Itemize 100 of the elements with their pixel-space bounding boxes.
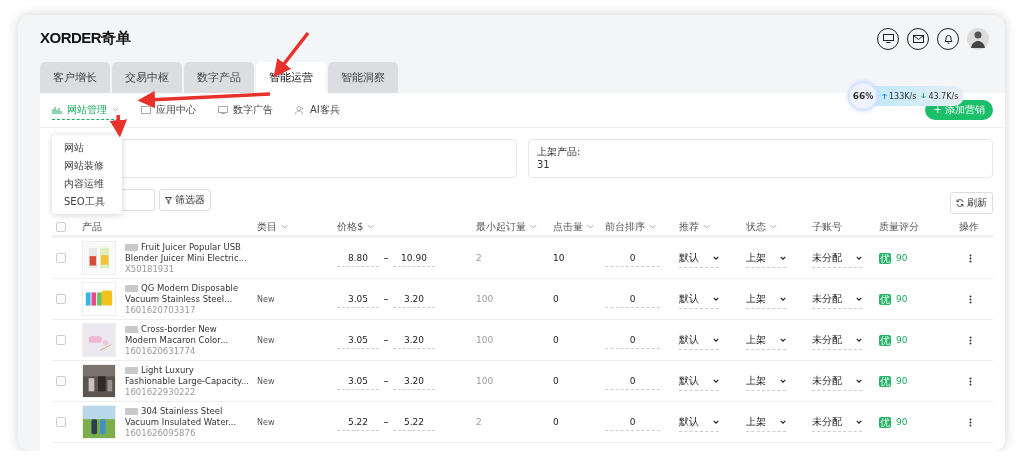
column-header: 类目 xyxy=(257,219,277,234)
recommend-select[interactable]: 默认 xyxy=(679,330,719,350)
down-arrow-icon xyxy=(921,93,927,99)
price-field[interactable]: 3.20 xyxy=(393,372,435,390)
sub-account-select[interactable]: 未分配 xyxy=(812,248,862,268)
row-checkbox[interactable] xyxy=(56,335,66,345)
nav-tab[interactable]: 智能洞察 xyxy=(328,62,398,93)
source-badge xyxy=(125,284,138,292)
price-field[interactable]: 3.20 xyxy=(393,290,435,308)
moq-cell-text: 100 xyxy=(476,294,495,304)
menu-item[interactable]: 网站装修 xyxy=(64,159,122,173)
chevron-down-icon[interactable] xyxy=(770,224,777,229)
price-field[interactable]: 3.05 xyxy=(337,290,379,308)
column-header: 推荐 xyxy=(679,219,699,234)
price-field[interactable]: 3.20 xyxy=(393,331,435,349)
sub-account-select[interactable]: 未分配 xyxy=(812,289,862,309)
chevron-down-icon[interactable] xyxy=(587,224,594,229)
menu-item[interactable]: 网站 xyxy=(64,141,122,155)
chevron-down-icon[interactable] xyxy=(703,224,710,229)
recommend-select[interactable]: 默认 xyxy=(679,289,719,309)
recommend-select[interactable]: 默认 xyxy=(679,412,719,432)
row-checkbox[interactable] xyxy=(56,294,66,304)
product-title[interactable]: Modern Macaron Color... xyxy=(125,334,229,346)
more-icon[interactable] xyxy=(969,335,972,345)
status-select[interactable]: 上架 xyxy=(746,330,786,350)
annotation-arrow xyxy=(109,114,128,138)
product-title[interactable]: Cross-border New xyxy=(141,323,217,335)
subnav-item[interactable]: 数字广告 xyxy=(218,100,273,120)
more-icon[interactable] xyxy=(969,294,972,304)
chevron-down-icon[interactable] xyxy=(530,224,537,229)
column-header: 产品 xyxy=(82,219,102,234)
more-icon[interactable] xyxy=(969,253,972,263)
window-icon xyxy=(141,105,151,114)
product-title[interactable]: Vacuum Insulated Water... xyxy=(125,416,237,428)
order-field[interactable]: 0 xyxy=(605,290,660,308)
menu-item[interactable]: 内容运维 xyxy=(64,177,122,191)
refresh-button[interactable]: 刷新 xyxy=(950,192,993,214)
order-field[interactable]: 0 xyxy=(605,331,660,349)
more-icon[interactable] xyxy=(969,376,972,386)
recommend-select[interactable]: 默认 xyxy=(679,248,719,268)
price-field[interactable]: 8.80 xyxy=(337,249,379,267)
filter-icon xyxy=(165,196,172,204)
chevron-down-icon xyxy=(856,337,862,342)
column-header: 子账号 xyxy=(812,219,842,234)
price-field[interactable]: 3.05 xyxy=(337,331,379,349)
product-title[interactable]: Blender Juicer Mini Electric... xyxy=(125,252,247,264)
chevron-down-icon[interactable] xyxy=(649,224,656,229)
order-field[interactable]: 0 xyxy=(605,372,660,390)
clicks-cell-text: 0 xyxy=(553,294,560,304)
sub-account-select[interactable]: 未分配 xyxy=(812,371,862,391)
more-icon[interactable] xyxy=(969,417,972,427)
price-field[interactable]: 10.90 xyxy=(393,249,435,267)
nav-tab[interactable]: 数字产品 xyxy=(184,62,254,93)
people-icon xyxy=(295,105,305,114)
product-title[interactable]: Vacuum Stainless Steel... xyxy=(125,293,233,305)
select-all-checkbox[interactable] xyxy=(56,221,66,232)
clicks-cell-text: 0 xyxy=(553,376,560,386)
product-title[interactable]: Fruit Juicer Popular USB xyxy=(141,241,241,253)
subnav-item[interactable]: AI客兵 xyxy=(295,100,340,120)
price-field[interactable]: 5.22 xyxy=(337,413,379,431)
chevron-down-icon xyxy=(780,378,786,383)
row-checkbox[interactable] xyxy=(56,376,66,386)
column-header: 质量评分 xyxy=(879,219,919,234)
quality-score: 90 xyxy=(896,417,908,427)
chevron-down-icon xyxy=(780,419,786,424)
chevron-down-icon xyxy=(112,107,119,112)
subnav-item[interactable]: 应用中心 xyxy=(141,100,196,120)
order-field[interactable]: 0 xyxy=(605,413,660,431)
product-title[interactable]: QG Modern Disposable xyxy=(141,282,239,294)
chevron-down-icon xyxy=(856,296,862,301)
product-sku: X50181931 xyxy=(125,263,176,275)
row-checkbox[interactable] xyxy=(56,253,66,263)
price-field[interactable]: 3.05 xyxy=(337,372,379,390)
product-title[interactable]: Fashionable Large-Capacity... xyxy=(125,375,249,387)
recommend-select[interactable]: 默认 xyxy=(679,371,719,391)
nav-tab[interactable]: 交易中枢 xyxy=(112,62,182,93)
chevron-down-icon[interactable] xyxy=(281,224,288,229)
menu-item[interactable]: SEO工具 xyxy=(64,195,122,209)
grade-badge: 优 xyxy=(879,293,891,305)
status-select[interactable]: 上架 xyxy=(746,371,786,391)
clicks-cell-text: 0 xyxy=(553,417,560,427)
moq-cell-text: 2 xyxy=(476,417,483,427)
product-title[interactable]: 304 Stainless Steel xyxy=(141,405,223,417)
chevron-down-icon xyxy=(713,296,719,301)
row-checkbox[interactable] xyxy=(56,417,66,427)
product-title[interactable]: Light Luxury xyxy=(141,364,194,376)
order-field[interactable]: 0 xyxy=(605,249,660,267)
status-select[interactable]: 上架 xyxy=(746,248,786,268)
price-field[interactable]: 5.22 xyxy=(393,413,435,431)
sub-account-select[interactable]: 未分配 xyxy=(812,412,862,432)
status-select[interactable]: 上架 xyxy=(746,289,786,309)
filter-button[interactable]: 筛选器 xyxy=(159,189,211,211)
nav-tab[interactable]: 客户增长 xyxy=(40,62,110,93)
chevron-down-icon[interactable] xyxy=(367,224,375,229)
status-select[interactable]: 上架 xyxy=(746,412,786,432)
quality-score: 90 xyxy=(896,376,908,386)
avatar[interactable] xyxy=(967,27,989,50)
up-arrow-icon xyxy=(882,93,887,99)
sub-account-select[interactable]: 未分配 xyxy=(812,330,862,350)
download-speed: 43.7K/s xyxy=(928,91,959,101)
